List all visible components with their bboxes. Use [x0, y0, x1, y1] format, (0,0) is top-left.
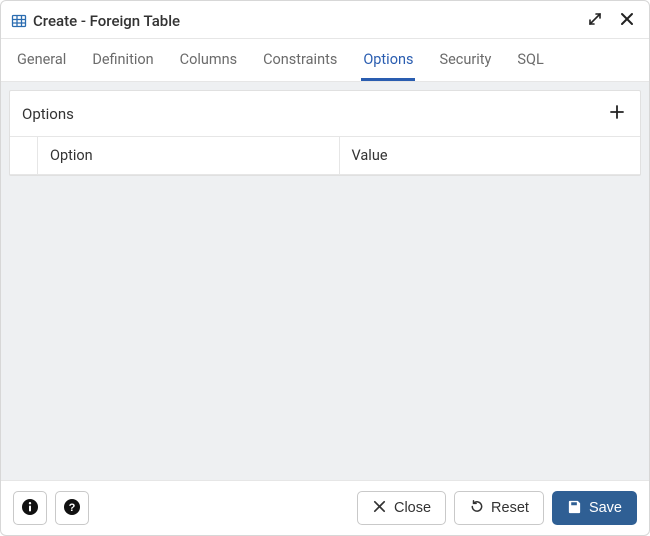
- help-icon: ?: [63, 498, 81, 519]
- titlebar: Create - Foreign Table: [1, 1, 649, 39]
- tab-security[interactable]: Security: [437, 39, 493, 81]
- close-icon: [619, 11, 635, 30]
- options-panel-title: Options: [22, 105, 74, 123]
- tab-bar: General Definition Columns Constraints O…: [1, 39, 649, 82]
- x-icon: [372, 499, 387, 518]
- table-icon: [11, 13, 27, 29]
- close-dialog-button[interactable]: [617, 9, 637, 32]
- options-panel: Options Option Value: [9, 90, 641, 176]
- info-icon: [21, 498, 39, 519]
- reset-label: Reset: [491, 500, 529, 516]
- reset-icon: [469, 499, 484, 518]
- titlebar-actions: [585, 9, 637, 32]
- reset-button[interactable]: Reset: [454, 491, 544, 525]
- expand-button[interactable]: [585, 9, 605, 32]
- help-button[interactable]: ?: [55, 491, 89, 525]
- options-grid-header: Option Value: [10, 137, 640, 175]
- svg-text:?: ?: [69, 502, 76, 514]
- info-button[interactable]: [13, 491, 47, 525]
- tab-sql[interactable]: SQL: [515, 39, 545, 81]
- tab-constraints[interactable]: Constraints: [261, 39, 339, 81]
- close-button[interactable]: Close: [357, 491, 446, 525]
- add-option-button[interactable]: [606, 101, 628, 126]
- tab-definition[interactable]: Definition: [90, 39, 155, 81]
- dialog-create-foreign-table: Create - Foreign Table: [0, 0, 650, 536]
- plus-icon: [608, 103, 626, 124]
- save-label: Save: [589, 500, 622, 516]
- options-col-option: Option: [38, 137, 340, 174]
- tab-columns[interactable]: Columns: [178, 39, 239, 81]
- expand-icon: [587, 11, 603, 30]
- dialog-body: Options Option Value: [1, 82, 649, 480]
- dialog-footer: ? Close Reset: [1, 480, 649, 535]
- options-col-value: Value: [340, 137, 641, 174]
- save-icon: [567, 499, 582, 518]
- tab-general[interactable]: General: [15, 39, 68, 81]
- dialog-title: Create - Foreign Table: [33, 12, 585, 30]
- close-label: Close: [394, 500, 431, 516]
- save-button[interactable]: Save: [552, 491, 637, 525]
- options-panel-header: Options: [10, 91, 640, 137]
- options-grid-gutter: [10, 137, 38, 174]
- tab-options[interactable]: Options: [361, 39, 415, 81]
